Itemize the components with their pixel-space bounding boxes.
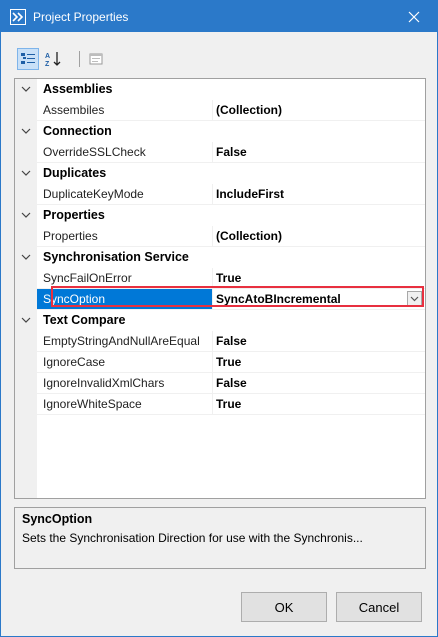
collapse-chevron-icon[interactable]: [21, 84, 31, 94]
cancel-button[interactable]: Cancel: [336, 592, 422, 622]
property-row-syncfailonerror[interactable]: SyncFailOnError True: [15, 268, 425, 289]
property-name: SyncOption: [43, 292, 106, 306]
property-value[interactable]: False: [216, 334, 247, 348]
property-row-ignoreinvalidxmlchars[interactable]: IgnoreInvalidXmlChars False: [15, 373, 425, 394]
property-row-ignorecase[interactable]: IgnoreCase True: [15, 352, 425, 373]
category-properties[interactable]: Properties: [15, 205, 425, 226]
property-grid: Assemblies Assembiles (Collection) Conne…: [14, 78, 426, 499]
category-duplicates[interactable]: Duplicates: [15, 163, 425, 184]
category-synchronisation-service[interactable]: Synchronisation Service: [15, 247, 425, 268]
property-name: IgnoreInvalidXmlChars: [43, 376, 165, 390]
property-value[interactable]: SyncAtoBIncremental: [216, 292, 341, 306]
window-title: Project Properties: [33, 10, 129, 24]
property-value[interactable]: (Collection): [216, 103, 282, 117]
property-name: Properties: [43, 229, 98, 243]
property-row-syncoption[interactable]: SyncOption SyncAtoBIncremental: [15, 289, 425, 310]
collapse-chevron-icon[interactable]: [21, 168, 31, 178]
property-value[interactable]: True: [216, 397, 241, 411]
property-value[interactable]: True: [216, 355, 241, 369]
toolbar-separator: [79, 51, 80, 67]
categorized-button[interactable]: [17, 48, 39, 70]
property-name: OverrideSSLCheck: [43, 145, 146, 159]
property-name: SyncFailOnError: [43, 271, 132, 285]
close-icon: [408, 11, 420, 22]
collapse-chevron-icon[interactable]: [21, 210, 31, 220]
collapse-chevron-icon[interactable]: [21, 126, 31, 136]
category-text-compare[interactable]: Text Compare: [15, 310, 425, 331]
property-row-ignorewhitespace[interactable]: IgnoreWhiteSpace True: [15, 394, 425, 415]
alphabetical-sort-icon: A Z: [45, 52, 61, 67]
property-value[interactable]: False: [216, 376, 247, 390]
category-assemblies[interactable]: Assemblies: [15, 79, 425, 100]
property-name: IgnoreWhiteSpace: [43, 397, 142, 411]
title-bar: Project Properties: [1, 1, 437, 32]
property-pages-button[interactable]: [85, 48, 107, 70]
description-title: SyncOption: [22, 512, 93, 526]
project-properties-dialog: Project Properties A Z Assemblies Assemb…: [0, 0, 438, 637]
property-row-properties[interactable]: Properties (Collection): [15, 226, 425, 247]
svg-text:A: A: [45, 53, 50, 60]
collapse-chevron-icon[interactable]: [21, 252, 31, 262]
category-connection[interactable]: Connection: [15, 121, 425, 142]
description-text: Sets the Synchronisation Direction for u…: [22, 531, 363, 545]
property-row-emptystringandnullareequal[interactable]: EmptyStringAndNullAreEqual False: [15, 331, 425, 352]
ok-button[interactable]: OK: [241, 592, 327, 622]
description-panel: SyncOption Sets the Synchronisation Dire…: [14, 507, 426, 569]
property-name: Assembiles: [43, 103, 105, 117]
chevron-down-icon: [410, 296, 419, 301]
categorized-icon: [21, 53, 35, 64]
value-dropdown-button[interactable]: [407, 291, 422, 306]
property-row-duplicatekeymode[interactable]: DuplicateKeyMode IncludeFirst: [15, 184, 425, 205]
property-value[interactable]: True: [216, 271, 241, 285]
property-name: IgnoreCase: [43, 355, 106, 369]
collapse-chevron-icon[interactable]: [21, 315, 31, 325]
property-row-assembiles[interactable]: Assembiles (Collection): [15, 100, 425, 121]
property-value[interactable]: (Collection): [216, 229, 282, 243]
property-row-overridesslcheck[interactable]: OverrideSSLCheck False: [15, 142, 425, 163]
property-pages-icon: [89, 53, 103, 65]
property-value[interactable]: IncludeFirst: [216, 187, 284, 201]
app-icon: [10, 9, 26, 25]
property-name: EmptyStringAndNullAreEqual: [43, 334, 200, 348]
svg-text:Z: Z: [45, 61, 50, 67]
property-grid-toolbar: A Z: [13, 45, 433, 73]
alphabetical-button[interactable]: A Z: [43, 48, 65, 70]
close-button[interactable]: [391, 1, 437, 32]
property-name: DuplicateKeyMode: [43, 187, 144, 201]
property-value[interactable]: False: [216, 145, 247, 159]
